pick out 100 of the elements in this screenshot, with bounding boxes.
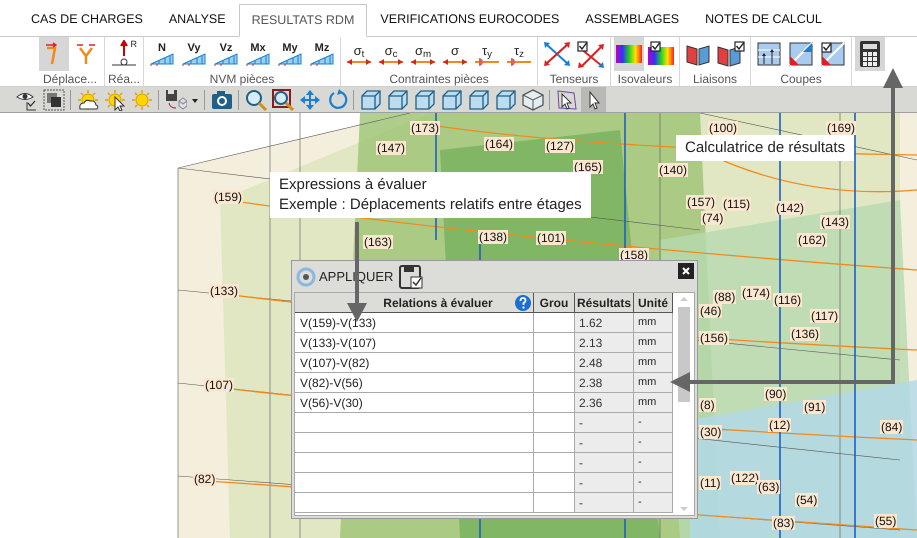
sun-cursor-button[interactable] [102, 87, 127, 112]
cube-icon [440, 88, 462, 110]
node-label: (82) [193, 472, 216, 486]
diagram-button[interactable]: N [147, 37, 178, 71]
diagram-icon [245, 52, 272, 66]
ribbon-tab[interactable]: ANALYSE [156, 3, 239, 36]
node-label: (136) [790, 327, 820, 341]
reaction-button[interactable]: R [109, 37, 139, 71]
node-label: (84) [880, 420, 904, 434]
search-button[interactable] [243, 87, 268, 112]
table-cell: 2.36 [575, 393, 634, 412]
stress-button[interactable]: σ$_{t}$ [344, 37, 374, 71]
diagram-button[interactable]: Mx [243, 37, 274, 71]
ribbon-tab[interactable]: RESULTATS RDM [238, 4, 368, 37]
section-icon [757, 42, 782, 66]
node-label: (165) [573, 160, 604, 174]
selection-frame-icon [556, 88, 578, 110]
cube-icon [522, 88, 544, 110]
table-cell: 2.13 [575, 333, 634, 352]
ribbon-group-label: Déplace... [42, 72, 98, 86]
callout-text: Calculatrice de résultats [685, 138, 846, 158]
rainbow-icon [615, 43, 644, 65]
node-label: (140) [658, 163, 688, 177]
ribbon-group-label: Isovaleurs [618, 72, 672, 86]
shear-button[interactable]: τ$_{z}$ [504, 37, 534, 71]
stress-arrow-icon [377, 58, 406, 66]
shear-icon [505, 58, 534, 66]
iso-button[interactable] [614, 37, 644, 71]
ribbon-tab[interactable]: NOTES DE CALCUL [692, 3, 835, 36]
cursor-button[interactable] [581, 87, 606, 112]
table-cell: - [634, 433, 673, 452]
node-label: (91) [803, 400, 826, 414]
diagram-button[interactable]: Vy [179, 37, 210, 71]
node-label: (169) [826, 121, 856, 135]
open-book-tick-icon [716, 41, 746, 67]
node-label: (133) [209, 284, 240, 298]
node-label: (143) [820, 215, 850, 229]
node-label: (115) [722, 197, 752, 211]
node-label: (12) [768, 418, 792, 432]
table-cell: mm [634, 373, 673, 392]
cube-icon [468, 88, 490, 110]
cube-button[interactable] [520, 87, 545, 112]
stress-button[interactable]: σ$_{m}$ [408, 37, 438, 71]
gear-icon [296, 266, 316, 286]
diagram-icon [213, 52, 240, 66]
stress-button[interactable]: σ$_{c}$ [376, 37, 406, 71]
node-label: (162) [797, 233, 828, 247]
table-cell: mm [634, 393, 673, 412]
table-cell: - [634, 413, 673, 432]
save-icon [399, 264, 424, 288]
tensor-tick-icon [576, 40, 606, 68]
calculator-icon [858, 40, 882, 68]
node-label: (55) [874, 514, 898, 528]
ribbon-tab[interactable]: VERIFICATIONS EUROCODES [367, 3, 572, 36]
sun-icon [130, 88, 152, 110]
ribbon-group-label: NVM pièces [210, 72, 274, 86]
ribbon-tab[interactable]: ASSEMBLAGES [572, 3, 692, 36]
node-label: (100) [708, 121, 738, 135]
rainbow-tick-icon [647, 41, 676, 67]
cube-icon [360, 88, 382, 110]
callout-text: Exemple : Déplacements relatifs entre étages [279, 195, 582, 215]
close-button[interactable] [678, 263, 694, 279]
diagram-button[interactable]: My [275, 37, 306, 71]
diagram-icon [309, 52, 336, 66]
section-tick-icon [821, 42, 846, 66]
shear-icon [473, 58, 502, 66]
diagram-button[interactable]: Vz [211, 37, 242, 71]
node-label: (101) [536, 231, 566, 245]
diagram-icon [149, 52, 176, 66]
node-label: (63) [757, 480, 780, 494]
cube-icon [414, 88, 436, 110]
node-label: (127) [545, 139, 576, 153]
save-cube-button[interactable] [163, 87, 188, 112]
table-cell: - [575, 493, 634, 512]
camera-icon [210, 88, 232, 110]
support-icon [110, 58, 138, 68]
stress-arrow-icon [345, 58, 374, 66]
node-label: (122) [730, 471, 760, 485]
cube-icon [386, 88, 408, 110]
cloud-sun-button[interactable] [75, 87, 100, 112]
shear-button[interactable]: τ$_{y}$ [472, 37, 502, 71]
zoom-frame-button[interactable] [270, 87, 295, 112]
node-label: (156) [699, 331, 730, 345]
cube-icon [494, 88, 516, 110]
ribbon-tab[interactable]: CAS DE CHARGES [18, 3, 156, 36]
calculator-button[interactable] [855, 37, 886, 71]
layers-button[interactable] [41, 87, 66, 112]
diagonal-section-icon [789, 42, 814, 66]
node-label: (116) [773, 293, 802, 307]
node-label: (163) [363, 235, 394, 249]
table-cell: mm [634, 313, 673, 332]
table-cell: - [575, 433, 634, 452]
save-button[interactable] [399, 264, 424, 288]
diagram-button[interactable]: Mz [307, 37, 338, 71]
stress-button[interactable]: σ [440, 37, 470, 71]
node-label: (11) [699, 476, 722, 490]
table-cell: - [575, 453, 634, 472]
ribbon-group-label: Réa... [108, 72, 140, 86]
close-icon [681, 266, 691, 276]
table-cell: - [634, 493, 673, 512]
